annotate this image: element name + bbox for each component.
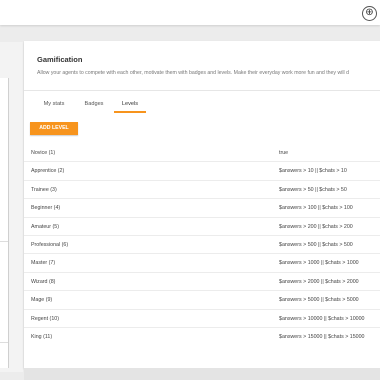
section-description: Allow your agents to compete with each o… [37,70,349,76]
level-condition: $answers > 50 || $chats > 50 [279,186,347,193]
table-row[interactable]: Mage (9) $answers > 5000 || $chats > 500… [24,291,380,310]
tab-my-stats[interactable]: My stats [34,97,74,111]
level-condition: true [279,150,289,156]
level-name: Beginner (4) [31,205,61,212]
level-name: Wizard (8) [31,278,56,285]
section-title: Gamification [37,55,83,64]
tab-levels[interactable]: Levels [114,97,146,113]
levels-table: Novice (1) true Apprentice (2) $answers … [24,144,380,345]
table-row[interactable]: Apprentice (2) $answers > 10 || $chats >… [24,162,380,181]
table-row[interactable]: Novice (1) true [24,144,380,163]
level-name: Regent (10) [31,315,59,322]
level-name: Novice (1) [31,150,56,156]
level-name: Master (7) [31,260,56,267]
tab-bar: My stats Badges Levels [24,97,380,113]
table-row[interactable]: Wizard (8) $answers > 2000 || $chats > 2… [24,273,380,292]
level-condition: $answers > 1000 || $chats > 1000 [279,260,359,267]
level-condition: $answers > 100 || $chats > 100 [279,205,353,212]
level-condition: $answers > 15000 || $chats > 15000 [279,333,365,340]
top-bar: ⊕ [0,0,380,25]
level-name: Mage (9) [31,297,53,304]
table-row[interactable]: Professional (6) $answers > 500 || $chat… [24,236,380,255]
gamification-card: Gamification Allow your agents to compet… [24,41,380,368]
tab-badges[interactable]: Badges [78,97,110,111]
table-row[interactable]: King (11) $answers > 15000 || $chats > 1… [24,328,380,345]
level-name: Trainee (3) [31,186,57,193]
level-condition: $answers > 5000 || $chats > 5000 [279,297,359,304]
table-row[interactable]: Beginner (4) $answers > 100 || $chats > … [24,199,380,218]
table-row[interactable]: Trainee (3) $answers > 50 || $chats > 50 [24,181,380,200]
left-panel-divider [0,241,8,242]
level-name: Apprentice (2) [31,168,65,175]
add-level-button[interactable]: ADD LEVEL [30,122,78,135]
level-condition: $answers > 500 || $chats > 500 [279,241,353,248]
add-circle-icon[interactable]: ⊕ [362,6,377,21]
footer-bar [24,368,380,380]
left-panel-scrollbar[interactable] [8,116,9,362]
table-row[interactable]: Regent (10) $answers > 10000 || $chats >… [24,310,380,328]
level-condition: $answers > 10000 || $chats > 10000 [279,315,365,322]
level-condition: $answers > 2000 || $chats > 2000 [279,278,359,285]
level-condition: $answers > 10 || $chats > 10 [279,168,347,175]
level-name: Amateur (5) [31,223,59,230]
table-row[interactable]: Master (7) $answers > 1000 || $chats > 1… [24,254,380,273]
level-name: Professional (6) [31,241,69,248]
left-panel-divider [0,342,8,343]
table-row[interactable]: Amateur (5) $answers > 200 || $chats > 2… [24,218,380,236]
left-panel [0,42,23,372]
header-divider [24,90,380,91]
level-name: King (11) [31,333,53,340]
level-condition: $answers > 200 || $chats > 200 [279,223,353,230]
